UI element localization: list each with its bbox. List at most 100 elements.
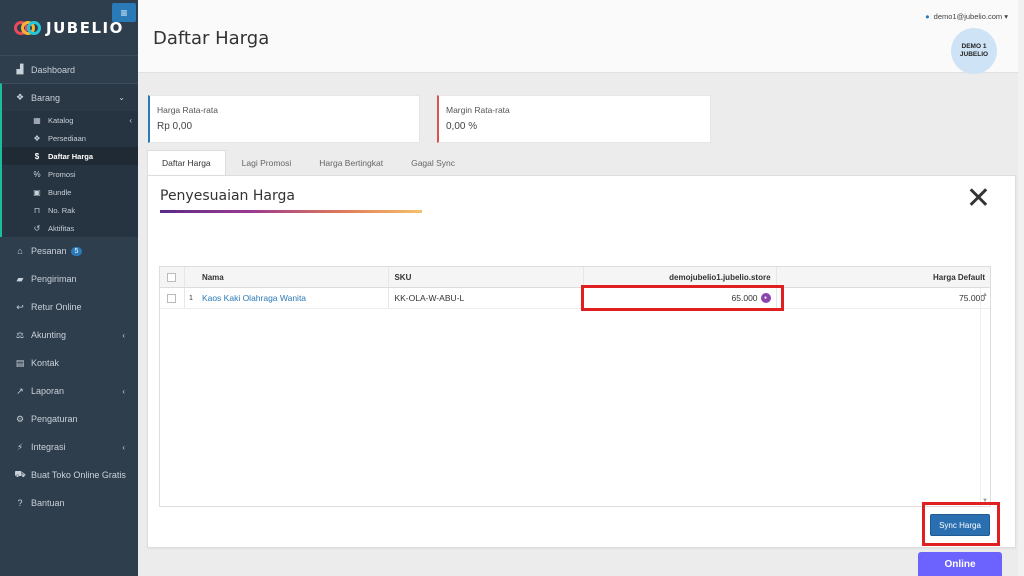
- balance-icon: ⚖: [15, 329, 25, 340]
- avg-margin-card: Margin Rata-rata 0,00 %: [437, 95, 711, 143]
- product-name-cell: Kaos Kaki Olahraga Wanita: [197, 288, 390, 308]
- price-table: Nama SKU demojubelio1.jubelio.store Harg…: [159, 266, 991, 507]
- sidebar-item-label: No. Rak: [48, 205, 76, 215]
- sidebar-item-label: Barang: [31, 92, 61, 103]
- sidebar-item-aktifitas[interactable]: ↺ Aktifitas: [2, 219, 138, 237]
- sidebar-item-buat-toko[interactable]: ⛟ Buat Toko Online Gratis: [0, 461, 138, 489]
- select-all-checkbox[interactable]: [167, 272, 177, 282]
- hamburger-icon: ≡: [120, 5, 128, 20]
- sidebar-item-label: Retur Online: [31, 302, 82, 312]
- page-scrollbar[interactable]: [1018, 0, 1024, 576]
- sidebar-item-label: Persediaan: [48, 133, 86, 143]
- cubes-icon: ❖: [15, 92, 25, 102]
- column-header-sku[interactable]: SKU: [389, 267, 584, 287]
- table-row: 1 Kaos Kaki Olahraga Wanita KK-OLA-W-ABU…: [160, 288, 990, 309]
- title-underline: [160, 210, 422, 213]
- bookmark-icon: ⊓: [33, 205, 41, 215]
- question-icon: ?: [17, 498, 23, 508]
- percent-icon: %: [33, 169, 41, 179]
- chevron-left-icon: ‹: [122, 442, 125, 452]
- sidebar-item-no-rak[interactable]: ⊓ No. Rak: [2, 201, 138, 219]
- sidebar-item-dashboard[interactable]: ▟ Dashboard: [0, 55, 138, 83]
- grid-icon: ▦: [33, 115, 41, 125]
- cubes-icon: ❖: [33, 133, 41, 143]
- tab-harga-bertingkat[interactable]: Harga Bertingkat: [305, 150, 397, 175]
- line-chart-icon: ↗: [16, 385, 24, 396]
- row-number-header: [185, 267, 197, 287]
- column-header-default-price[interactable]: Harga Default: [777, 267, 990, 287]
- tab-daftar-harga[interactable]: Daftar Harga: [147, 150, 226, 175]
- scroll-up-icon[interactable]: ▲: [982, 292, 988, 298]
- sidebar-item-label: Daftar Harga: [48, 151, 94, 161]
- chart-area-icon: ▟: [16, 64, 24, 74]
- dollar-icon: $: [34, 151, 40, 161]
- sidebar-item-laporan[interactable]: ↗ Laporan ‹: [0, 377, 138, 405]
- store-price-highlight: [581, 285, 784, 311]
- caret-down-icon: ▾: [1004, 12, 1008, 21]
- sidebar-item-label: Kontak: [31, 358, 60, 368]
- sidebar-item-label: Bantuan: [31, 498, 65, 508]
- sidebar-item-retur-online[interactable]: ↩ Retur Online: [0, 293, 138, 321]
- default-price-cell: 75.000: [959, 293, 985, 303]
- row-check-cell: [160, 288, 185, 308]
- page-title: Daftar Harga: [153, 28, 270, 49]
- sidebar: JUBELIO ≡ ▟ Dashboard ❖ Barang ⌄ ▦ Katal…: [0, 0, 138, 576]
- table-scrollbar[interactable]: [980, 288, 990, 506]
- header: Daftar Harga ● demo1@jubelio.com ▾ DEMO 1…: [138, 0, 1024, 74]
- avg-price-value: Rp 0,00: [157, 121, 193, 132]
- history-icon: ↺: [33, 223, 41, 233]
- avatar[interactable]: DEMO 1 JUBELIO: [951, 28, 997, 74]
- row-checkbox[interactable]: [167, 293, 177, 303]
- user-menu[interactable]: ● demo1@jubelio.com ▾: [925, 12, 1008, 21]
- sidebar-item-label: Pengiriman: [31, 274, 77, 284]
- sidebar-item-label: Integrasi: [31, 442, 66, 452]
- sidebar-item-persediaan[interactable]: ❖ Persediaan: [2, 129, 138, 147]
- avg-price-label: Harga Rata-rata: [157, 105, 218, 115]
- th-large-icon: ▣: [33, 187, 41, 197]
- user-email: demo1@jubelio.com: [933, 12, 1003, 21]
- truck-icon: ▰: [16, 273, 24, 284]
- sidebar-item-integrasi[interactable]: ⚡ Integrasi ‹: [0, 433, 138, 461]
- sidebar-item-label: Promosi: [48, 169, 76, 179]
- column-header-store[interactable]: demojubelio1.jubelio.store: [584, 267, 777, 287]
- avatar-line2: JUBELIO: [959, 51, 989, 58]
- sidebar-item-bundle[interactable]: ▣ Bundle: [2, 183, 138, 201]
- menu-toggle-button[interactable]: ≡: [112, 3, 136, 22]
- column-header-name[interactable]: Nama: [197, 267, 390, 287]
- sidebar-item-kontak[interactable]: ▤ Kontak: [0, 349, 138, 377]
- tab-lagi-promosi[interactable]: Lagi Promosi: [228, 150, 306, 175]
- sidebar-item-promosi[interactable]: % Promosi: [2, 165, 138, 183]
- price-adjustment-panel: Penyesuaian Harga ✕ Nama SKU demojubelio…: [147, 175, 1016, 548]
- sidebar-item-bantuan[interactable]: ? Bantuan: [0, 489, 138, 517]
- avg-price-card: Harga Rata-rata Rp 0,00: [148, 95, 420, 143]
- product-name-link[interactable]: Kaos Kaki Olahraga Wanita: [202, 293, 306, 303]
- basket-icon: ⌂: [17, 246, 23, 256]
- tab-gagal-sync[interactable]: Gagal Sync: [397, 150, 469, 175]
- sidebar-item-pengaturan[interactable]: ⚙ Pengaturan: [0, 405, 138, 433]
- select-all-cell: [160, 267, 185, 287]
- online-status-button[interactable]: Online: [918, 552, 1002, 576]
- sidebar-item-label: Katalog: [48, 115, 74, 125]
- reply-icon: ↩: [16, 301, 24, 312]
- sidebar-item-pengiriman[interactable]: ▰ Pengiriman: [0, 265, 138, 293]
- sync-harga-button[interactable]: Sync Harga: [930, 514, 990, 536]
- sidebar-item-label: Aktifitas: [48, 223, 75, 233]
- row-number: 1: [189, 294, 193, 302]
- chevron-left-icon: ‹: [122, 330, 125, 340]
- avg-margin-value: 0,00 %: [446, 121, 478, 132]
- chevron-left-icon: ‹: [122, 386, 125, 396]
- sidebar-item-label: Pengaturan: [31, 414, 78, 424]
- user-icon: ●: [925, 12, 930, 21]
- sidebar-item-daftar-harga[interactable]: $ Daftar Harga: [2, 147, 138, 165]
- sidebar-item-pesanan[interactable]: ⌂ Pesanan 5: [0, 237, 138, 265]
- cart-icon: ⛟: [14, 469, 26, 479]
- sidebar-item-katalog[interactable]: ▦ Katalog ‹: [2, 111, 138, 129]
- sidebar-item-akunting[interactable]: ⚖ Akunting ‹: [0, 321, 138, 349]
- close-icon[interactable]: ✕: [966, 184, 991, 214]
- sidebar-item-barang[interactable]: ❖ Barang ⌄: [0, 83, 138, 111]
- tab-bar: Daftar Harga Lagi Promosi Harga Bertingk…: [147, 150, 469, 175]
- panel-title: Penyesuaian Harga: [160, 188, 295, 204]
- chevron-left-icon: ‹: [129, 115, 132, 125]
- sidebar-item-label: Akunting: [31, 330, 67, 340]
- chevron-down-icon: ⌄: [118, 93, 125, 102]
